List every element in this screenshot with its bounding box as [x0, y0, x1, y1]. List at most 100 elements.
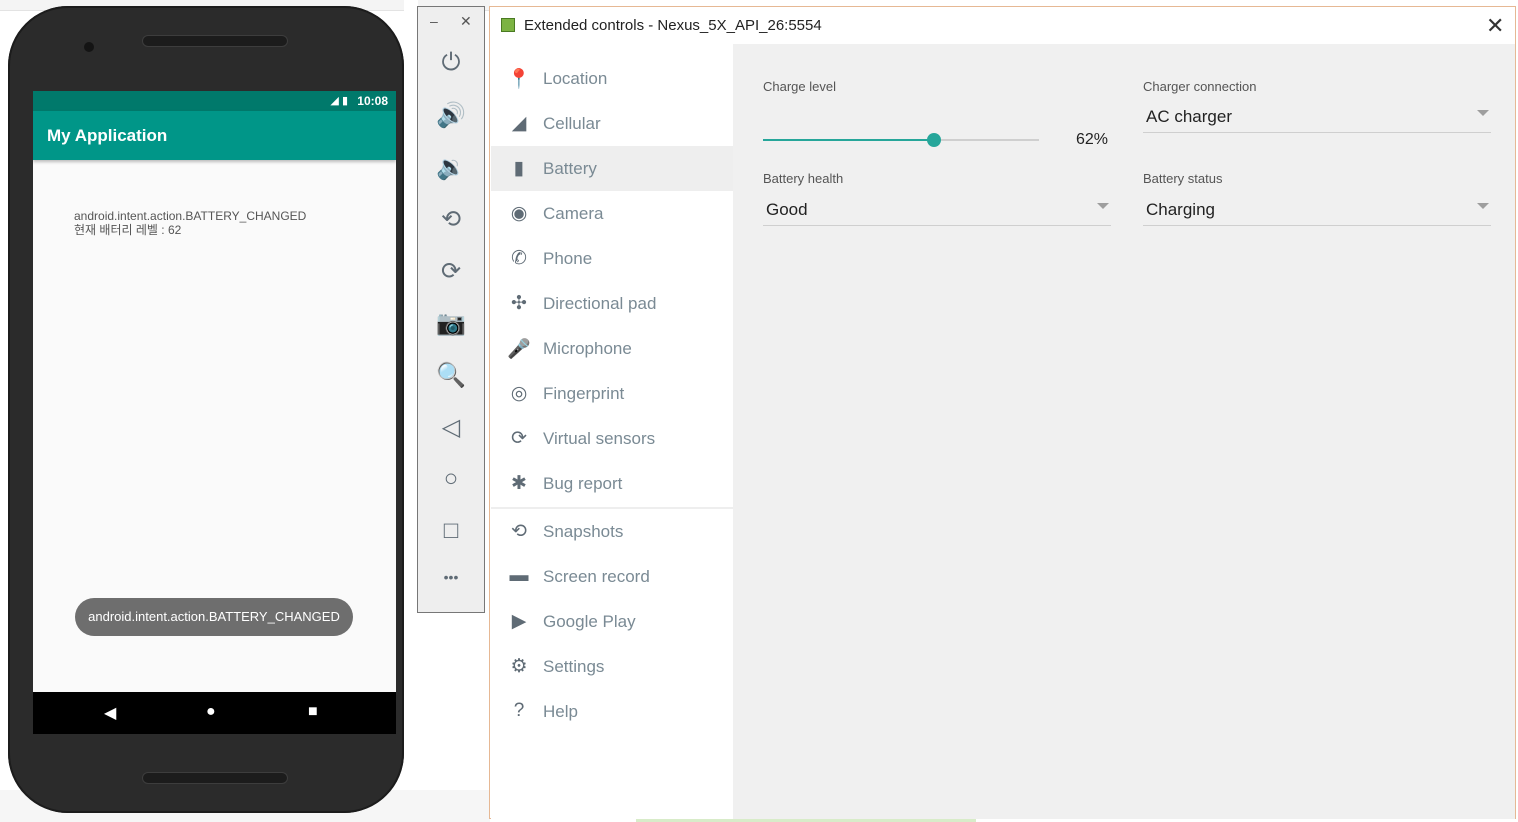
location-icon: 📍 [507, 69, 531, 90]
charge-level-label: Charge level [763, 79, 836, 94]
toolbar-minimize-button[interactable]: – [430, 13, 438, 29]
sidebar-item-label: Snapshots [543, 522, 624, 541]
charger-connection-select[interactable]: AC charger [1143, 100, 1491, 133]
battery-info-text: android.intent.action.BATTERY_CHANGED 현재… [74, 209, 306, 237]
back-icon[interactable]: ◁ [418, 413, 484, 442]
nav-home-button[interactable]: ● [206, 703, 216, 721]
sidebar-item-label: Help [543, 702, 578, 721]
phone-icon: ✆ [511, 248, 527, 269]
battery-panel: Charge level 62% Charger connection AC c… [733, 44, 1515, 819]
battery-status-select[interactable]: Charging [1143, 193, 1491, 226]
battery-health-select[interactable]: Good [763, 193, 1111, 226]
more-icon[interactable]: ••• [418, 569, 484, 585]
battery-status-value: Charging [1146, 200, 1215, 219]
overview-icon[interactable]: □ [418, 517, 484, 545]
sidebar-item-screen-record[interactable]: ▬ Screen record [491, 554, 733, 599]
battery-level-text: 현재 배터리 레벨 : 62 [74, 223, 182, 237]
bottom-speaker [142, 772, 288, 784]
sidebar-item-label: Fingerprint [543, 384, 625, 403]
sidebar-item-location[interactable]: 📍 Location [491, 56, 733, 101]
rotate-right-icon[interactable]: ⟳ [418, 257, 484, 286]
sidebar-item-snapshots[interactable]: ⟲ Snapshots [491, 509, 733, 554]
chevron-down-icon [1477, 203, 1489, 209]
home-icon[interactable]: ○ [418, 465, 484, 493]
navigation-bar: ◀ ● ■ [33, 692, 396, 734]
sidebar-item-label: Virtual sensors [543, 429, 656, 448]
front-camera [84, 42, 94, 52]
toast-message: android.intent.action.BATTERY_CHANGED [75, 598, 353, 636]
nav-recents-button[interactable]: ■ [308, 703, 318, 721]
sidebar-item-label: Cellular [543, 114, 601, 133]
dpad-icon: ✣ [511, 293, 527, 314]
sidebar-item-label: Directional pad [543, 294, 657, 313]
status-time: 10:08 [357, 94, 388, 108]
camera-icon[interactable]: 📷 [418, 309, 484, 338]
app-bar: My Application [33, 111, 396, 160]
window-title: Extended controls - Nexus_5X_API_26:5554 [524, 17, 822, 34]
history-icon: ⟲ [511, 521, 527, 542]
gear-icon: ⚙ [510, 656, 528, 677]
nav-back-button[interactable]: ◀ [104, 703, 116, 723]
sidebar-item-virtual-sensors[interactable]: ⟳ Virtual sensors [491, 416, 733, 461]
charger-connection-value: AC charger [1146, 107, 1232, 126]
sidebar-item-cellular[interactable]: ◢ Cellular [491, 101, 733, 146]
zoom-icon[interactable]: 🔍 [418, 361, 484, 390]
power-icon[interactable]: ⏻ [418, 49, 484, 77]
phone-screen[interactable]: ◢ ▮ 10:08 My Application android.intent.… [33, 91, 396, 734]
emulator-toolbar: – ✕ ⏻ 🔊 🔉 ⟲ ⟳ 📷 🔍 ◁ ○ □ ••• [417, 6, 485, 613]
fingerprint-icon: ◎ [510, 383, 528, 404]
battery-health-value: Good [766, 200, 808, 219]
sidebar-item-label: Screen record [543, 567, 650, 586]
background-editor-edge [404, 0, 418, 822]
close-icon[interactable]: ✕ [1486, 13, 1504, 39]
sidebar-item-directional-pad[interactable]: ✣ Directional pad [491, 281, 733, 326]
sidebar-item-phone[interactable]: ✆ Phone [491, 236, 733, 281]
bug-icon: ✱ [511, 473, 527, 494]
sidebar-item-label: Battery [543, 159, 597, 178]
sidebar-item-label: Settings [543, 657, 605, 676]
camera-icon: ◉ [510, 203, 528, 224]
sidebar-item-label: Location [543, 69, 608, 88]
charge-level-slider-fill [763, 139, 935, 141]
intent-action-text: android.intent.action.BATTERY_CHANGED [74, 209, 307, 223]
charge-level-slider-thumb[interactable] [927, 133, 942, 147]
help-icon: ? [513, 700, 525, 721]
play-store-icon: ▶ [511, 611, 527, 632]
video-icon: ▬ [509, 565, 529, 586]
toolbar-close-button[interactable]: ✕ [460, 13, 472, 30]
title-bar: Extended controls - Nexus_5X_API_26:5554… [490, 7, 1515, 44]
sidebar-item-microphone[interactable]: 🎤 Microphone [491, 326, 733, 371]
extended-controls-window: Extended controls - Nexus_5X_API_26:5554… [489, 6, 1516, 819]
virtual-sensors-icon: ⟳ [511, 428, 527, 449]
sidebar-item-help[interactable]: ? Help [491, 689, 733, 734]
sidebar-item-settings[interactable]: ⚙ Settings [491, 644, 733, 689]
chevron-down-icon [1097, 203, 1109, 209]
app-title: My Application [47, 126, 168, 145]
sidebar-item-label: Microphone [543, 339, 632, 358]
sidebar-item-google-play[interactable]: ▶ Google Play [491, 599, 733, 644]
sidebar-item-fingerprint[interactable]: ◎ Fingerprint [491, 371, 733, 416]
sidebar: 📍 Location ◢ Cellular ▮ Battery ◉ Camera ✆ Phone ✣… [491, 44, 733, 819]
sidebar-item-camera[interactable]: ◉ Camera [491, 191, 733, 236]
emulator-app-icon [501, 18, 515, 32]
status-bar: ◢ ▮ 10:08 [33, 91, 396, 111]
sidebar-item-label: Google Play [543, 612, 636, 631]
charger-connection-label: Charger connection [1143, 79, 1257, 94]
sidebar-item-label: Bug report [543, 474, 623, 493]
battery-icon: ▮ [513, 158, 525, 179]
charge-level-value: 62% [1076, 131, 1109, 148]
sidebar-item-label: Phone [543, 249, 593, 268]
volume-up-icon[interactable]: 🔊 [418, 101, 484, 130]
sidebar-item-label: Camera [543, 204, 604, 223]
sidebar-item-bug-report[interactable]: ✱ Bug report [491, 461, 733, 506]
battery-health-label: Battery health [763, 171, 844, 186]
top-speaker [142, 35, 288, 47]
microphone-icon: 🎤 [507, 339, 531, 360]
rotate-left-icon[interactable]: ⟲ [418, 205, 484, 234]
volume-down-icon[interactable]: 🔉 [418, 153, 484, 182]
battery-status-label: Battery status [1143, 171, 1223, 186]
phone-frame: ◢ ▮ 10:08 My Application android.intent.… [8, 6, 404, 813]
cellular-icon: ◢ [511, 113, 527, 134]
chevron-down-icon [1477, 110, 1489, 116]
sidebar-item-battery[interactable]: ▮ Battery [491, 146, 733, 191]
